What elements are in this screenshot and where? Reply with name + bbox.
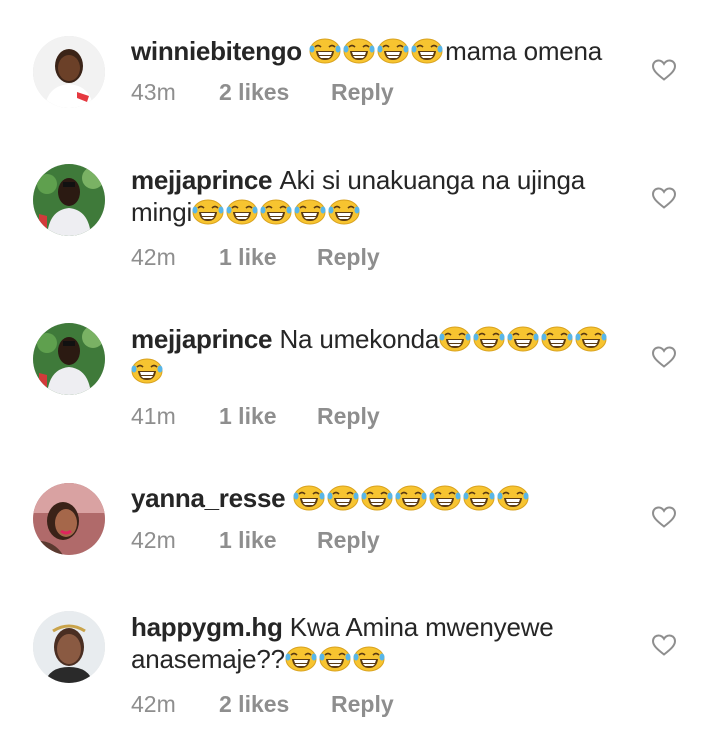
likes-count[interactable]: 2 likes <box>219 77 289 107</box>
face-with-tears-of-joy-icon <box>361 485 393 511</box>
likes-count[interactable]: 1 like <box>219 525 277 555</box>
reply-button[interactable]: Reply <box>317 401 380 431</box>
comment-username[interactable]: winniebitengo <box>131 36 302 66</box>
face-with-tears-of-joy-icon <box>411 38 443 64</box>
face-with-tears-of-joy-icon <box>293 485 325 511</box>
face-with-tears-of-joy-icon <box>192 199 224 225</box>
face-with-tears-of-joy-icon <box>285 646 317 672</box>
avatar[interactable] <box>33 164 105 236</box>
face-with-tears-of-joy-icon <box>131 358 163 384</box>
emoji-group <box>192 197 362 227</box>
comment-text: Na umekonda <box>279 324 440 354</box>
face-with-tears-of-joy-icon <box>377 38 409 64</box>
like-heart-icon[interactable] <box>651 345 677 369</box>
face-with-tears-of-joy-icon <box>439 326 471 352</box>
face-with-tears-of-joy-icon <box>395 485 427 511</box>
face-with-tears-of-joy-icon <box>497 485 529 511</box>
avatar[interactable] <box>33 611 105 683</box>
reply-button[interactable]: Reply <box>331 689 394 719</box>
face-with-tears-of-joy-icon <box>473 326 505 352</box>
like-heart-icon[interactable] <box>651 186 677 210</box>
face-with-tears-of-joy-icon <box>309 38 341 64</box>
avatar[interactable] <box>33 483 105 555</box>
face-with-tears-of-joy-icon <box>328 199 360 225</box>
emoji-group <box>285 644 387 674</box>
emoji-group <box>309 36 445 66</box>
comment-time: 42m <box>131 691 176 717</box>
face-with-tears-of-joy-icon <box>463 485 495 511</box>
like-heart-icon[interactable] <box>651 633 677 657</box>
face-with-tears-of-joy-icon <box>343 38 375 64</box>
comment-time: 42m <box>131 244 176 270</box>
emoji-group <box>293 483 531 513</box>
avatar[interactable] <box>33 323 105 395</box>
comment-username[interactable]: happygm.hg <box>131 612 283 642</box>
comment-username[interactable]: mejjaprince <box>131 324 273 354</box>
like-heart-icon[interactable] <box>651 58 677 82</box>
face-with-tears-of-joy-icon <box>541 326 573 352</box>
reply-button[interactable]: Reply <box>317 242 380 272</box>
face-with-tears-of-joy-icon <box>319 646 351 672</box>
face-with-tears-of-joy-icon <box>575 326 607 352</box>
reply-button[interactable]: Reply <box>331 77 394 107</box>
likes-count[interactable]: 1 like <box>219 242 277 272</box>
face-with-tears-of-joy-icon <box>429 485 461 511</box>
comment-username[interactable]: mejjaprince <box>131 165 273 195</box>
like-heart-icon[interactable] <box>651 505 677 529</box>
face-with-tears-of-joy-icon <box>353 646 385 672</box>
face-with-tears-of-joy-icon <box>260 199 292 225</box>
comment-time: 41m <box>131 403 176 429</box>
comment-time: 43m <box>131 79 176 105</box>
face-with-tears-of-joy-icon <box>294 199 326 225</box>
likes-count[interactable]: 2 likes <box>219 689 289 719</box>
comment-text: mama omena <box>445 36 603 66</box>
reply-button[interactable]: Reply <box>317 525 380 555</box>
comment-username[interactable]: yanna_resse <box>131 483 286 513</box>
face-with-tears-of-joy-icon <box>507 326 539 352</box>
face-with-tears-of-joy-icon <box>327 485 359 511</box>
avatar[interactable] <box>33 36 105 108</box>
comment-time: 42m <box>131 527 176 553</box>
face-with-tears-of-joy-icon <box>226 199 258 225</box>
likes-count[interactable]: 1 like <box>219 401 277 431</box>
